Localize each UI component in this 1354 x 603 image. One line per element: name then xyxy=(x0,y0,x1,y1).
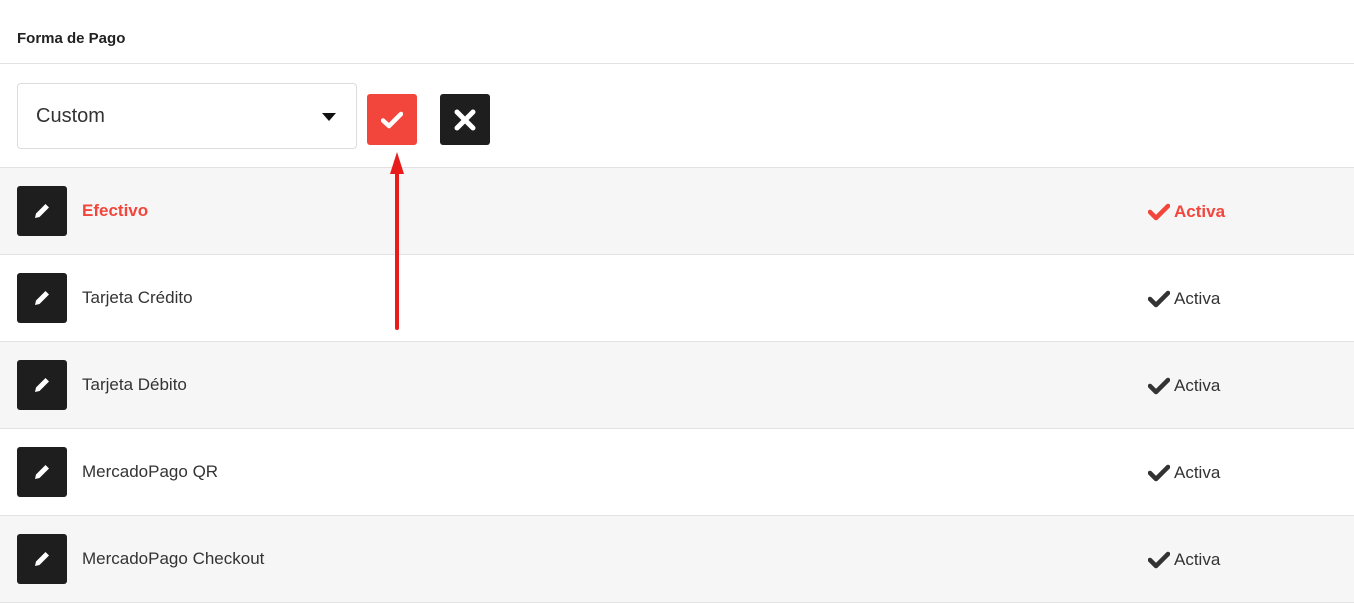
list-item: Tarjeta Crédito Activa xyxy=(0,255,1354,342)
pencil-icon xyxy=(35,378,49,392)
status-label: Activa xyxy=(1174,376,1221,395)
check-icon xyxy=(1148,464,1170,482)
payment-method-name: Tarjeta Débito xyxy=(82,375,187,394)
edit-button[interactable] xyxy=(17,273,67,323)
check-icon xyxy=(1148,551,1170,569)
status-badge: Activa xyxy=(1148,289,1220,309)
list-item: MercadoPago QR Activa xyxy=(0,429,1354,516)
edit-button[interactable] xyxy=(17,534,67,584)
close-icon xyxy=(454,109,476,130)
payment-methods-list: Efectivo Activa Tarjeta Crédito Activa T… xyxy=(0,168,1354,603)
check-icon xyxy=(1148,290,1170,308)
pencil-icon xyxy=(35,465,49,479)
list-item: Efectivo Activa xyxy=(0,168,1354,255)
caret-down-icon xyxy=(322,113,336,121)
pencil-icon xyxy=(35,204,49,218)
section-header: Forma de Pago xyxy=(0,0,1354,64)
status-label: Activa xyxy=(1174,463,1221,482)
edit-button[interactable] xyxy=(17,447,67,497)
payment-method-name: MercadoPago Checkout xyxy=(82,549,265,568)
status-badge: Activa xyxy=(1148,202,1225,222)
edit-button[interactable] xyxy=(17,360,67,410)
pencil-icon xyxy=(35,552,49,566)
pencil-icon xyxy=(35,291,49,305)
status-badge: Activa xyxy=(1148,463,1220,483)
confirm-button[interactable] xyxy=(367,94,417,145)
payment-method-name: Tarjeta Crédito xyxy=(82,288,193,307)
status-badge: Activa xyxy=(1148,550,1220,570)
list-item: Tarjeta Débito Activa xyxy=(0,342,1354,429)
payment-method-name: MercadoPago QR xyxy=(82,462,219,481)
check-icon xyxy=(1148,377,1170,395)
section-title: Forma de Pago xyxy=(17,30,126,47)
list-item: MercadoPago Checkout Activa xyxy=(0,516,1354,603)
status-label: Activa xyxy=(1174,550,1221,569)
status-label: Activa xyxy=(1174,202,1226,221)
select-value: Custom xyxy=(36,105,105,127)
payment-method-select[interactable]: Custom xyxy=(17,83,357,149)
cancel-button[interactable] xyxy=(440,94,490,145)
edit-toolbar: Custom xyxy=(0,64,1354,168)
check-icon xyxy=(1148,203,1170,221)
status-label: Activa xyxy=(1174,289,1221,308)
check-icon xyxy=(381,111,403,128)
annotation-arrow-icon xyxy=(390,152,404,330)
payment-method-name: Efectivo xyxy=(82,201,149,220)
status-badge: Activa xyxy=(1148,376,1220,396)
edit-button[interactable] xyxy=(17,186,67,236)
